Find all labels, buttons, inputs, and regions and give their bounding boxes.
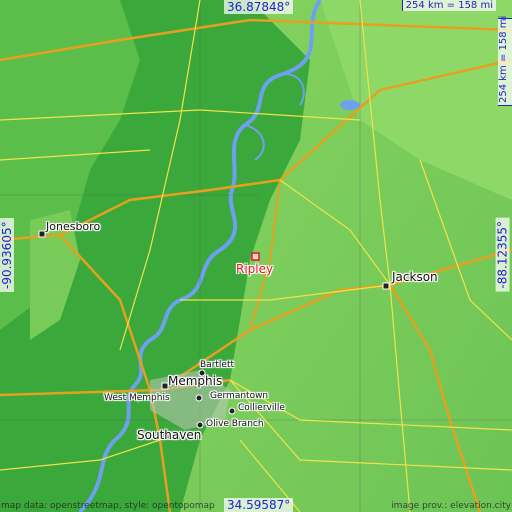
marker-germantown [195, 394, 203, 402]
city-label-memphis[interactable]: Memphis [168, 374, 222, 388]
scale-horizontal: 254 km = 158 mi [401, 0, 496, 11]
lake [340, 100, 360, 110]
attribution-right: image prov.: elevation.city [391, 501, 511, 511]
marker-jonesboro [38, 230, 46, 238]
coord-bottom: 34.59587° [224, 498, 294, 512]
marker-jackson [382, 282, 390, 290]
scale-vertical-bar: 254 km = 158 mi [498, 15, 512, 106]
terrain-layer [0, 0, 512, 512]
city-label-bartlett[interactable]: Bartlett [200, 360, 234, 370]
city-label-southaven[interactable]: Southaven [137, 428, 201, 442]
attribution-left: map data: openstreetmap, style: opentopo… [1, 501, 215, 511]
coord-right: -88.12355° [496, 218, 510, 292]
marker-collierville [228, 407, 236, 415]
main-place-label[interactable]: Ripley [236, 262, 273, 276]
city-label-germantown[interactable]: Germantown [210, 391, 268, 401]
scale-vertical: 254 km = 158 mi [498, 15, 509, 103]
coord-top: 36.87848° [224, 0, 294, 14]
map-view[interactable]: Ripley Jonesboro Jackson Memphis West Me… [0, 0, 512, 512]
city-label-olive-branch[interactable]: Olive Branch [206, 419, 264, 429]
city-label-jonesboro[interactable]: Jonesboro [46, 220, 100, 233]
city-label-west-memphis[interactable]: West Memphis [104, 393, 170, 403]
city-label-collierville[interactable]: Collierville [238, 403, 285, 413]
coord-left: -90.93605° [0, 218, 14, 292]
main-place-marker [251, 252, 260, 261]
city-label-jackson[interactable]: Jackson [392, 270, 438, 284]
